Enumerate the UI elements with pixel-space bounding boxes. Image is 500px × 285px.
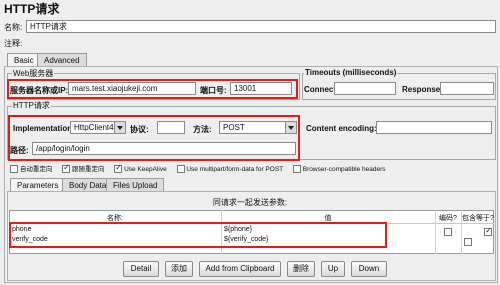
tab-advanced[interactable]: Advanced <box>37 53 87 66</box>
name-input[interactable]: HTTP请求 <box>26 20 496 33</box>
down-button[interactable]: Down <box>351 261 387 277</box>
content-encoding-input[interactable] <box>376 121 492 134</box>
implementation-select[interactable]: HttpClient4 <box>70 121 126 134</box>
multipart-label: Use multipart/form-data for POST <box>186 166 284 173</box>
tab-files-upload[interactable]: Files Upload <box>106 178 165 191</box>
implementation-value: HttpClient4 <box>74 123 114 132</box>
detail-button[interactable]: Detail <box>123 261 159 277</box>
col-header-encode[interactable]: 编码? <box>436 213 460 223</box>
protocol-label: 协议: <box>130 125 149 134</box>
follow-redirect-checkbox[interactable] <box>62 163 71 174</box>
response-label: Response: <box>402 85 443 94</box>
port-input[interactable]: 13001 <box>230 82 292 95</box>
protocol-input[interactable] <box>157 121 185 134</box>
follow-redirect-label: 跟随重定向 <box>71 166 105 173</box>
method-value: POST <box>223 123 245 132</box>
page-title: HTTP请求 <box>4 2 60 16</box>
path-input[interactable]: /app/login/login <box>32 142 296 155</box>
delete-button[interactable]: 删除 <box>287 261 315 277</box>
comment-label: 注释: <box>4 39 23 48</box>
chevron-down-icon <box>285 122 296 133</box>
content-encoding-label: Content encoding: <box>306 124 377 133</box>
server-input[interactable]: mars.test.xiaojukeji.com <box>68 82 196 95</box>
method-label: 方法: <box>193 125 212 134</box>
web-server-legend: Web服务器 <box>12 68 55 79</box>
chevron-down-icon <box>114 122 125 133</box>
timeouts-legend: Timeouts (milliseconds) <box>304 68 398 77</box>
browser-headers-checkbox[interactable] <box>292 165 301 174</box>
response-input[interactable] <box>440 82 494 95</box>
keepalive-label: Use KeepAlive <box>124 166 167 173</box>
col-header-include[interactable]: 包含等于? <box>462 213 494 223</box>
server-label: 服务器名称或IP: <box>10 86 69 95</box>
include-equals-checkbox[interactable] <box>484 226 493 236</box>
implementation-label: Implementation: <box>13 124 75 133</box>
params-caption: 同请求一起发送参数: <box>212 198 288 207</box>
redirect-auto-checkbox[interactable] <box>10 165 18 174</box>
add-button[interactable]: 添加 <box>165 261 193 277</box>
method-select[interactable]: POST <box>219 121 297 134</box>
path-label: 路径: <box>10 146 29 155</box>
add-from-clipboard-button[interactable]: Add from Clipboard <box>199 261 281 277</box>
name-label: 名称: <box>4 23 23 32</box>
browser-headers-label: Browser-compatible headers <box>302 166 386 173</box>
redirect-auto-label: 自动重定向 <box>19 166 53 173</box>
tab-parameters[interactable]: Parameters <box>10 178 66 191</box>
col-divider <box>435 210 436 254</box>
keepalive-checkbox[interactable] <box>114 163 123 174</box>
connect-input[interactable] <box>334 82 396 95</box>
encode-checkbox[interactable] <box>444 227 452 236</box>
tab-basic[interactable]: Basic <box>7 53 41 66</box>
port-label: 端口号: <box>200 86 227 95</box>
encode-checkbox[interactable] <box>464 237 473 246</box>
params-highlight <box>9 222 387 248</box>
up-button[interactable]: Up <box>321 261 345 277</box>
col-divider <box>461 210 462 254</box>
options-row: 自动重定向 跟随重定向 Use KeepAlive Use multipart/… <box>10 163 386 174</box>
http-request-legend: HTTP请求 <box>12 100 51 111</box>
multipart-checkbox[interactable] <box>176 165 185 174</box>
